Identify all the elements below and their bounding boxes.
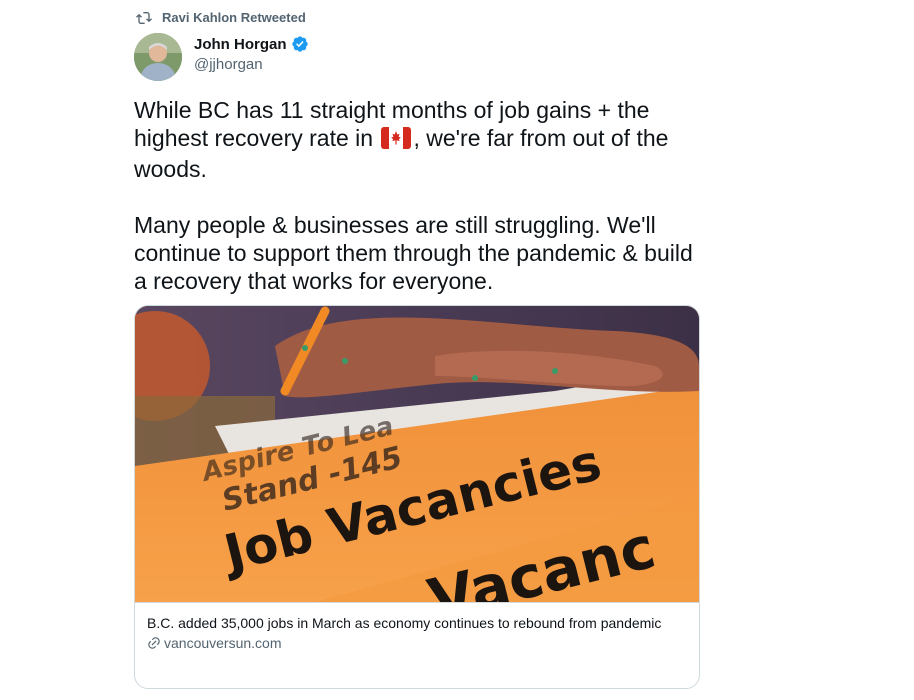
- card-title[interactable]: B.C. added 35,000 jobs in March as econo…: [147, 613, 687, 633]
- tweet-paragraph-1: While BC has 11 straight months of job g…: [134, 96, 694, 183]
- verified-badge-icon: [291, 35, 309, 53]
- retweet-indicator[interactable]: Ravi Kahlon Retweeted: [136, 10, 306, 25]
- card-meta[interactable]: B.C. added 35,000 jobs in March as econo…: [135, 602, 699, 651]
- canada-flag-icon: [381, 127, 412, 155]
- card-domain[interactable]: vancouversun.com: [164, 635, 282, 651]
- card-domain-row[interactable]: vancouversun.com: [147, 635, 687, 651]
- tweet[interactable]: Ravi Kahlon Retweeted John Horgan @jjhor…: [0, 0, 914, 700]
- author-block[interactable]: John Horgan @jjhorgan: [194, 35, 309, 73]
- retweet-label: Ravi Kahlon Retweeted: [162, 10, 306, 25]
- card-image[interactable]: Aspire To Lea Stand -145 Job Vacancies V…: [135, 306, 699, 602]
- tweet-paragraph-2: Many people & businesses are still strug…: [134, 212, 693, 294]
- tweet-text: While BC has 11 straight months of job g…: [134, 96, 694, 295]
- author-handle[interactable]: @jjhorgan: [194, 56, 309, 73]
- link-preview-card[interactable]: Aspire To Lea Stand -145 Job Vacancies V…: [134, 305, 700, 689]
- avatar[interactable]: [134, 33, 182, 81]
- link-icon: [147, 636, 161, 650]
- retweet-icon: [136, 11, 152, 24]
- author-name[interactable]: John Horgan: [194, 36, 287, 53]
